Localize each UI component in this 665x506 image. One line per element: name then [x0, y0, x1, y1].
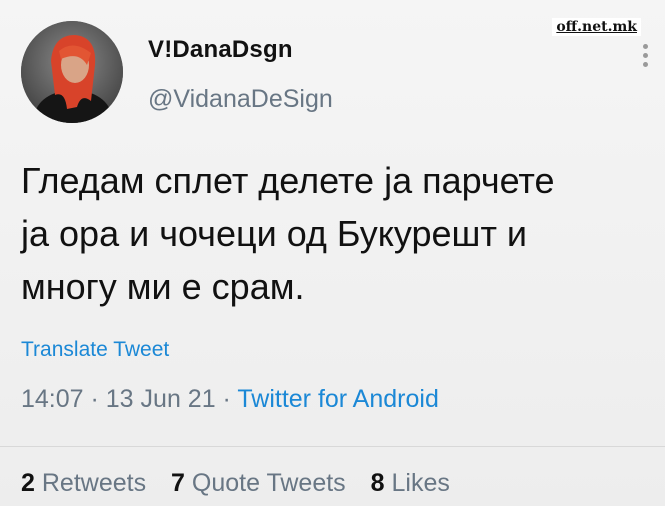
more-options-icon[interactable] — [643, 44, 649, 67]
avatar-image — [21, 21, 123, 123]
tweet-stats: 2 Retweets 7 Quote Tweets 8 Likes — [21, 469, 468, 498]
likes-stat[interactable]: 8 Likes — [371, 469, 450, 498]
retweets-label: Retweets — [41, 469, 147, 497]
translate-tweet-link[interactable]: Translate Tweet — [21, 338, 169, 362]
tweet-source-link[interactable]: Twitter for Android — [237, 385, 438, 413]
site-watermark: off.net.mk — [552, 18, 641, 36]
tweet-card: V!DanaDsgn @VidanaDeSign off.net.mk Глед… — [0, 0, 665, 506]
tweet-text: Гледам сплет делете ја парчете ја ора и … — [21, 154, 641, 313]
divider — [0, 446, 665, 447]
tweet-meta: 14:07 · 13 Jun 21 · Twitter for Android — [21, 385, 439, 414]
likes-label: Likes — [391, 469, 450, 497]
quote-tweets-label: Quote Tweets — [191, 469, 346, 497]
meta-separator: · — [83, 385, 106, 413]
tweet-text-line: Гледам сплет делете ја парчете — [21, 160, 555, 201]
tweet-time[interactable]: 14:07 — [21, 385, 84, 413]
display-name[interactable]: V!DanaDsgn — [148, 36, 293, 64]
tweet-date[interactable]: 13 Jun 21 — [106, 385, 216, 413]
quote-tweets-stat[interactable]: 7 Quote Tweets — [171, 469, 346, 498]
retweets-stat[interactable]: 2 Retweets — [21, 469, 146, 498]
retweets-count: 2 — [21, 469, 35, 497]
likes-count: 8 — [370, 469, 385, 497]
quote-tweets-count: 7 — [171, 469, 185, 497]
tweet-text-line: ја ора и чочеци од Букурешт и — [21, 213, 528, 254]
tweet-text-line: многу ми е срам. — [21, 266, 305, 307]
meta-separator: · — [215, 385, 238, 413]
user-handle[interactable]: @VidanaDeSign — [148, 85, 333, 114]
avatar[interactable] — [21, 21, 123, 123]
